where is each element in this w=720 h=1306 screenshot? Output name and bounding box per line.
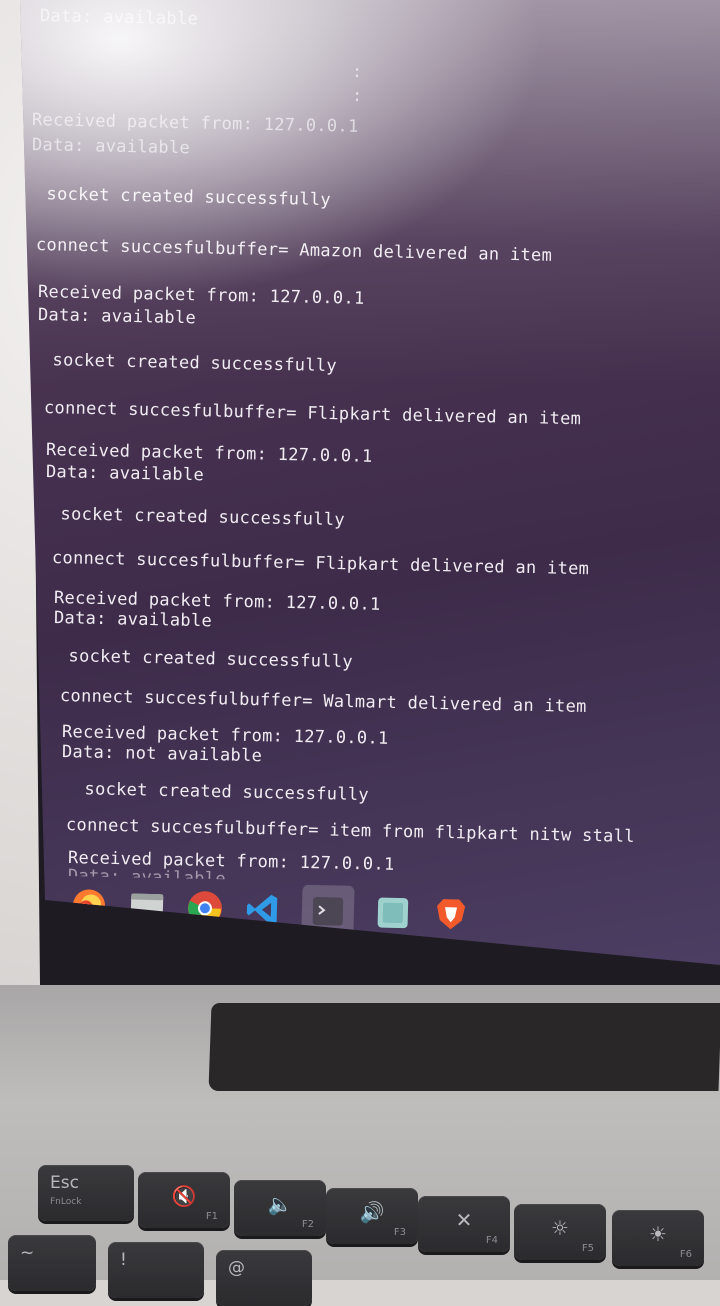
terminal-line: connect succesfulbuffer= Amazon delivere… — [35, 235, 553, 266]
esc-key[interactable]: Esc FnLock — [38, 1165, 134, 1221]
f3-volume-up-key[interactable]: 🔊 F3 — [326, 1188, 418, 1244]
terminal-line: Received packet from: 127.0.0.1 — [37, 282, 365, 309]
terminal-line: Data: available — [37, 305, 197, 329]
mic-mute-icon: ✕ — [455, 1208, 473, 1232]
terminal-line: socket created successfully — [73, 779, 370, 806]
terminal-line: connect succesfulbuffer= item from flipk… — [65, 815, 635, 847]
f1-mute-key[interactable]: 🔇 F1 — [138, 1172, 230, 1228]
volume-up-icon: 🔊 — [359, 1200, 385, 1224]
f6-brightness-up-key[interactable]: ☀ F6 — [612, 1210, 704, 1266]
mute-icon: 🔇 — [171, 1184, 197, 1208]
volume-down-icon: 🔈 — [267, 1192, 293, 1216]
text-editor-icon[interactable] — [373, 893, 412, 932]
laptop-hinge — [208, 1003, 720, 1091]
terminal-line: connect succesfulbuffer= Flipkart delive… — [51, 548, 590, 580]
f2-volume-down-key[interactable]: 🔈 F2 — [234, 1180, 326, 1236]
terminal-line: Data: available — [39, 6, 199, 30]
terminal-line: socket created successfully — [49, 504, 346, 531]
terminal-window[interactable]: Data: available : : Received packet from… — [0, 0, 720, 900]
terminal-line: Data: available — [31, 135, 191, 159]
terminal-line: connect succesfulbuffer= Flipkart delive… — [43, 398, 582, 430]
brightness-up-icon: ☀ — [649, 1222, 667, 1246]
terminal-line: connect succesfulbuffer= Walmart deliver… — [59, 686, 587, 718]
brightness-down-icon: ☼ — [551, 1216, 569, 1240]
tilde-key[interactable]: ~ — [8, 1235, 96, 1291]
terminal-line: Received packet from: 127.0.0.1 — [31, 110, 359, 137]
terminal-line: : — [351, 62, 363, 83]
terminal-line: Data: available — [45, 462, 205, 486]
terminal-line: : — [351, 86, 363, 107]
f4-mic-mute-key[interactable]: ✕ F4 — [418, 1196, 510, 1252]
f5-brightness-down-key[interactable]: ☼ F5 — [514, 1204, 606, 1260]
brave-icon[interactable] — [431, 895, 470, 934]
two-key[interactable]: @ — [216, 1250, 312, 1306]
terminal-line: Data: available — [53, 608, 213, 632]
one-key[interactable]: ! — [108, 1242, 204, 1298]
laptop-screen: Data: available : : Received packet from… — [0, 0, 720, 965]
terminal-line: socket created successfully — [41, 350, 338, 377]
terminal-line: Data: not available — [61, 742, 263, 767]
terminal-line: socket created successfully — [57, 646, 354, 673]
terminal-line: socket created successfully — [35, 184, 332, 211]
